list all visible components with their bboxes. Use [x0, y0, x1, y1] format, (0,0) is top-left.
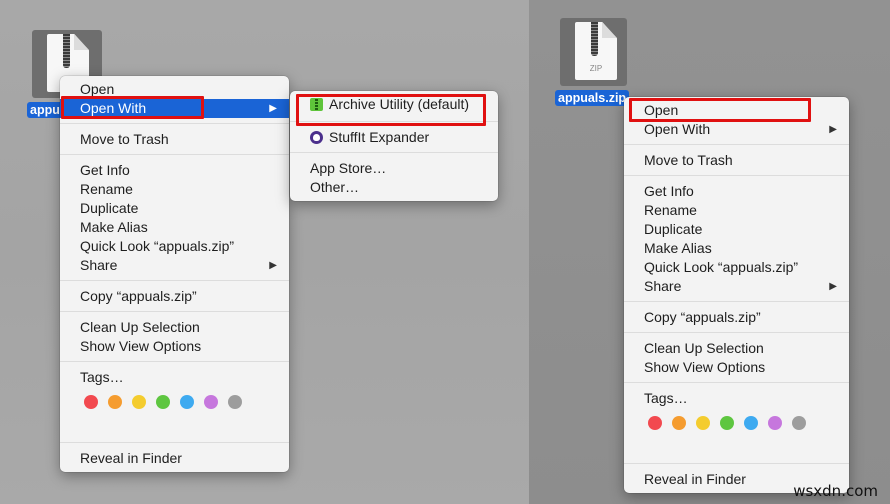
menu-item-label: Share	[80, 257, 118, 273]
menu-item-make-alias[interactable]: Make Alias	[60, 218, 289, 237]
menu-item-label: StuffIt Expander	[329, 129, 430, 145]
tag-red[interactable]	[648, 416, 662, 430]
archive-utility-icon	[310, 98, 323, 111]
file-name-label[interactable]: appuals.zip	[555, 90, 630, 106]
menu-separator	[60, 311, 289, 312]
submenu-arrow-icon: ▶	[269, 103, 277, 114]
menu-item-open-with[interactable]: Open With ▶	[60, 99, 289, 118]
context-menu: Open Open With ▶ Move to Trash Get Info …	[624, 97, 849, 493]
menu-item-reveal-in-finder[interactable]: Reveal in Finder	[60, 449, 289, 468]
menu-item-label: Share	[644, 278, 682, 294]
open-with-submenu: Archive Utility (default) StuffIt Expand…	[290, 91, 498, 201]
menu-item-copy[interactable]: Copy “appuals.zip”	[624, 308, 849, 327]
menu-item-copy[interactable]: Copy “appuals.zip”	[60, 287, 289, 306]
menu-separator	[60, 442, 289, 443]
menu-item-move-to-trash[interactable]: Move to Trash	[624, 151, 849, 170]
menu-item-get-info[interactable]: Get Info	[60, 161, 289, 180]
tag-gray[interactable]	[792, 416, 806, 430]
menu-separator	[624, 175, 849, 176]
menu-separator	[60, 280, 289, 281]
menu-item-rename[interactable]: Rename	[60, 180, 289, 199]
menu-separator	[60, 154, 289, 155]
tag-red[interactable]	[84, 395, 98, 409]
menu-item-label: Open With	[80, 100, 147, 116]
zip-type-label: ZIP	[589, 64, 603, 73]
stuffit-expander-icon	[310, 131, 323, 144]
menu-item-tags[interactable]: Tags…	[624, 389, 849, 408]
tag-green[interactable]	[720, 416, 734, 430]
menu-item-rename[interactable]: Rename	[624, 201, 849, 220]
menu-item-move-to-trash[interactable]: Move to Trash	[60, 130, 289, 149]
zipper-icon	[63, 34, 70, 68]
menu-separator	[624, 332, 849, 333]
submenu-item-archive-utility[interactable]: Archive Utility (default)	[290, 95, 498, 114]
menu-item-share[interactable]: Share ▶	[624, 277, 849, 296]
menu-item-make-alias[interactable]: Make Alias	[624, 239, 849, 258]
zip-file-icon[interactable]: ZIP	[560, 18, 627, 86]
submenu-arrow-icon: ▶	[829, 281, 837, 292]
tag-green[interactable]	[156, 395, 170, 409]
menu-item-clean-up-selection[interactable]: Clean Up Selection	[60, 318, 289, 337]
menu-item-quick-look[interactable]: Quick Look “appuals.zip”	[624, 258, 849, 277]
tag-purple[interactable]	[768, 416, 782, 430]
menu-item-clean-up-selection[interactable]: Clean Up Selection	[624, 339, 849, 358]
tag-purple[interactable]	[204, 395, 218, 409]
menu-item-share[interactable]: Share ▶	[60, 256, 289, 275]
tags-spacer	[624, 438, 849, 458]
submenu-item-other[interactable]: Other…	[290, 178, 498, 197]
page-fold	[74, 34, 89, 50]
menu-separator	[624, 463, 849, 464]
right-screenshot-panel: ZIP appuals.zip Open Open With ▶ Move to…	[529, 0, 890, 504]
menu-item-duplicate[interactable]: Duplicate	[60, 199, 289, 218]
submenu-arrow-icon: ▶	[829, 124, 837, 135]
menu-item-open[interactable]: Open	[60, 80, 289, 99]
menu-separator	[290, 121, 498, 122]
menu-item-label: Open With	[644, 121, 711, 137]
tag-orange[interactable]	[108, 395, 122, 409]
menu-separator	[290, 152, 498, 153]
tag-orange[interactable]	[672, 416, 686, 430]
menu-item-open-with[interactable]: Open With ▶	[624, 120, 849, 139]
menu-separator	[60, 361, 289, 362]
zipper-icon	[591, 22, 598, 56]
context-menu: Open Open With ▶ Move to Trash Get Info …	[60, 76, 289, 472]
tag-yellow[interactable]	[132, 395, 146, 409]
tag-blue[interactable]	[744, 416, 758, 430]
menu-item-get-info[interactable]: Get Info	[624, 182, 849, 201]
submenu-arrow-icon: ▶	[269, 260, 277, 271]
menu-item-quick-look[interactable]: Quick Look “appuals.zip”	[60, 237, 289, 256]
menu-item-duplicate[interactable]: Duplicate	[624, 220, 849, 239]
submenu-item-stuffit-expander[interactable]: StuffIt Expander	[290, 128, 498, 147]
menu-item-label: Archive Utility (default)	[329, 96, 470, 112]
menu-item-show-view-options[interactable]: Show View Options	[60, 337, 289, 356]
submenu-item-app-store[interactable]: App Store…	[290, 159, 498, 178]
tag-colors-row	[624, 408, 849, 438]
watermark: wsxdn.com	[793, 482, 878, 500]
menu-item-tags[interactable]: Tags…	[60, 368, 289, 387]
tag-colors-row	[60, 387, 289, 417]
menu-separator	[624, 382, 849, 383]
menu-separator	[624, 301, 849, 302]
tag-gray[interactable]	[228, 395, 242, 409]
left-screenshot-panel: appu Open Open With ▶ Move to Trash Get …	[0, 0, 529, 504]
tags-spacer	[60, 417, 289, 437]
tag-yellow[interactable]	[696, 416, 710, 430]
menu-item-open[interactable]: Open	[624, 101, 849, 120]
menu-item-show-view-options[interactable]: Show View Options	[624, 358, 849, 377]
tag-blue[interactable]	[180, 395, 194, 409]
page-fold	[602, 22, 617, 38]
menu-separator	[624, 144, 849, 145]
menu-separator	[60, 123, 289, 124]
